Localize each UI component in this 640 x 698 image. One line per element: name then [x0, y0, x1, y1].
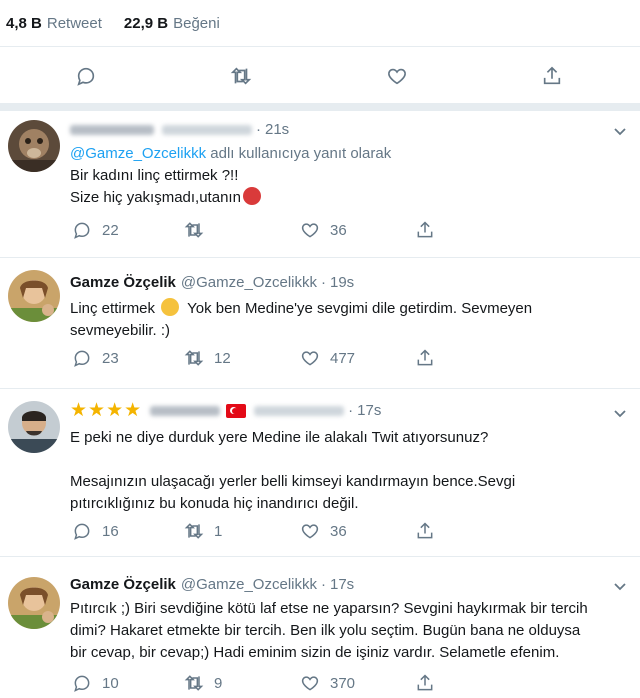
tweet-header: ★★★★ · 17s — [70, 400, 382, 421]
retweet-button[interactable]: 9 — [184, 673, 222, 693]
replying-to: @Gamze_Ozcelikkk adlı kullanıcıya yanıt … — [70, 145, 392, 162]
share-icon — [417, 221, 433, 238]
reply-tweet[interactable]: ★★★★ · 17s E peki ne diye durduk yere Med… — [0, 389, 640, 556]
tweet-text: @Gamze_Ozcelikkk adlı kullanıcıya yanıt … — [70, 143, 620, 209]
tweet-header: Gamze Özçelik @Gamze_Ozcelikkk · 19s — [70, 274, 355, 291]
main-action-bar — [0, 47, 640, 103]
avatar[interactable] — [8, 401, 60, 453]
tweet-text: Pıtırcık ;) Biri sevdiğine kötü laf etse… — [70, 600, 588, 661]
like-icon — [301, 676, 319, 691]
tweet-header: Gamze Özçelik @Gamze_Ozcelikkk · 17s — [70, 576, 355, 593]
reply-button[interactable]: 16 — [72, 521, 119, 541]
reply-tweet[interactable]: · 21s @Gamze_Ozcelikkk adlı kullanıcıya y… — [0, 111, 640, 257]
timestamp[interactable]: 17s — [357, 402, 381, 419]
turkey-flag-icon — [226, 403, 247, 418]
timestamp[interactable]: 17s — [330, 576, 354, 593]
avatar[interactable] — [8, 270, 60, 322]
handle[interactable] — [162, 124, 252, 135]
retweet-count: 4,8 B — [6, 14, 42, 32]
share-icon — [417, 674, 433, 691]
tweet-text: Linç ettirmek Yok ben Medine'ye sevgimi … — [70, 298, 533, 339]
display-name[interactable] — [150, 405, 221, 416]
display-name[interactable]: Gamze Özçelik — [70, 576, 176, 593]
angry-face-icon — [242, 187, 261, 205]
tweet-actions: 23 12 477 — [70, 348, 470, 370]
avatar[interactable] — [8, 120, 60, 172]
like-button[interactable]: 36 — [300, 521, 347, 541]
handle[interactable]: @Gamze_Ozcelikkk — [181, 576, 317, 593]
chevron-down-icon[interactable] — [612, 405, 628, 421]
retweet-label: Retweet — [46, 14, 102, 32]
mention-link[interactable]: @Gamze_Ozcelikkk — [70, 145, 206, 162]
thinking-face-icon — [161, 298, 180, 316]
retweet-button[interactable] — [184, 220, 214, 240]
tweet-actions: 10 9 370 — [70, 673, 470, 695]
chevron-down-icon[interactable] — [612, 578, 628, 594]
like-button[interactable]: 477 — [300, 348, 355, 368]
tweet-header: · 21s — [70, 121, 289, 138]
avatar[interactable] — [8, 577, 60, 629]
display-name[interactable]: Gamze Özçelik — [70, 274, 176, 291]
tweet-actions: 16 1 36 — [70, 521, 470, 543]
tweet-stats: 4,8 B Retweet 22,9 B Beğeni — [0, 0, 640, 46]
like-count: 22,9 B — [123, 14, 169, 32]
share-button[interactable] — [415, 521, 445, 541]
like-stat[interactable]: 22,9 B Beğeni — [124, 15, 220, 32]
retweet-button[interactable]: 1 — [184, 521, 222, 541]
chevron-down-icon[interactable] — [612, 123, 628, 139]
retweet-icon — [184, 350, 204, 366]
share-button[interactable] — [415, 673, 445, 693]
like-button[interactable]: 370 — [300, 673, 355, 693]
tweet-actions: 22 36 — [70, 220, 470, 242]
reply-button[interactable]: 10 — [72, 673, 119, 693]
share-icon — [417, 522, 433, 539]
handle[interactable]: @Gamze_Ozcelikkk — [181, 274, 317, 291]
like-button[interactable]: 36 — [300, 220, 347, 240]
retweet-button[interactable]: 12 — [184, 348, 231, 368]
reply-button[interactable]: 23 — [72, 348, 119, 368]
like-label: Beğeni — [173, 14, 220, 32]
share-icon — [417, 349, 433, 366]
reply-tweet[interactable]: Gamze Özçelik @Gamze_Ozcelikkk · 19s Linç… — [0, 258, 640, 388]
display-name[interactable] — [70, 124, 154, 135]
retweet-icon[interactable] — [230, 65, 252, 87]
retweet-icon — [184, 523, 204, 539]
reply-icon[interactable] — [75, 65, 97, 87]
share-button[interactable] — [415, 220, 445, 240]
timestamp[interactable]: 21s — [265, 121, 289, 138]
reply-tweet[interactable]: Gamze Özçelik @Gamze_Ozcelikkk · 17s Pıtı… — [0, 557, 640, 698]
handle[interactable] — [254, 405, 345, 416]
like-icon[interactable] — [386, 65, 408, 87]
retweet-icon — [184, 675, 204, 691]
reply-button[interactable]: 22 — [72, 220, 119, 240]
like-icon — [301, 351, 319, 366]
tweet-text: E peki ne diye durduk yere Medine ile al… — [70, 429, 516, 512]
share-icon[interactable] — [541, 65, 563, 87]
share-button[interactable] — [415, 348, 445, 368]
timestamp[interactable]: 19s — [330, 274, 354, 291]
reply-icon — [74, 523, 90, 540]
star-rating-icon: ★★★★ — [70, 400, 143, 421]
like-icon — [301, 524, 319, 539]
reply-icon — [74, 350, 90, 367]
retweet-stat[interactable]: 4,8 B Retweet — [6, 15, 102, 32]
retweet-icon — [184, 222, 204, 238]
like-icon — [301, 223, 319, 238]
reply-icon — [74, 222, 90, 239]
reply-icon — [74, 675, 90, 692]
section-separator — [0, 103, 640, 111]
